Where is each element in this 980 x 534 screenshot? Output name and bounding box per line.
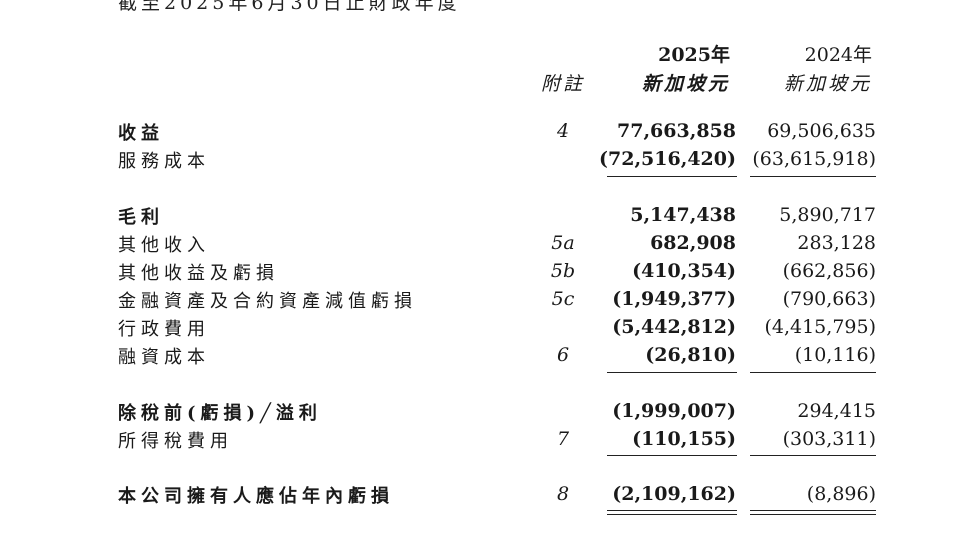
subtotal-rule-current <box>607 455 737 456</box>
row-label-other-income: 其他收入 <box>118 235 210 256</box>
row-prior-loss-profit-before-tax: 294,415 <box>797 400 876 422</box>
total-double-rule-prior-top <box>750 510 876 511</box>
row-note-other-income: 5a <box>551 232 575 254</box>
row-label-cost-of-services: 服務成本 <box>118 151 210 172</box>
row-prior-other-gains-losses: (662,856) <box>782 260 876 282</box>
row-label-other-gains-losses: 其他收益及虧損 <box>118 263 279 284</box>
row-current-income-tax-expense: (110,155) <box>632 428 736 450</box>
row-prior-cost-of-services: (63,615,918) <box>752 148 876 170</box>
row-current-revenue: 77,663,858 <box>617 120 736 142</box>
total-double-rule-prior-bottom <box>750 514 876 515</box>
statement-period-heading: 截至2025年6月30日止財政年度 <box>118 0 461 14</box>
row-prior-impairment-losses: (790,663) <box>782 288 876 310</box>
subtotal-rule-prior <box>750 372 876 373</box>
subtotal-rule-current <box>607 176 737 177</box>
row-current-other-income: 682,908 <box>650 232 736 254</box>
column-year-prior: 2024年 <box>804 44 872 66</box>
row-prior-loss-for-year: (8,896) <box>806 483 876 505</box>
row-prior-revenue: 69,506,635 <box>767 120 876 142</box>
column-currency-prior: 新加坡元 <box>783 73 872 95</box>
row-current-finance-costs: (26,810) <box>645 344 736 366</box>
total-double-rule-current-bottom <box>607 514 737 515</box>
row-current-impairment-losses: (1,949,377) <box>612 288 736 310</box>
row-label-loss-for-year: 本公司擁有人應佔年內虧損 <box>118 486 394 507</box>
row-prior-other-income: 283,128 <box>797 232 876 254</box>
row-label-loss-profit-before-tax: 除稅前(虧損)╱溢利 <box>118 403 322 424</box>
row-label-administrative-expenses: 行政費用 <box>118 319 210 340</box>
row-current-loss-profit-before-tax: (1,999,007) <box>612 400 736 422</box>
row-note-revenue: 4 <box>556 120 570 142</box>
row-current-cost-of-services: (72,516,420) <box>599 148 736 170</box>
column-note-header: 附註 <box>541 73 586 95</box>
row-current-other-gains-losses: (410,354) <box>632 260 736 282</box>
subtotal-rule-prior <box>750 176 876 177</box>
row-current-administrative-expenses: (5,442,812) <box>612 316 736 338</box>
row-label-revenue: 收益 <box>118 123 164 144</box>
row-note-finance-costs: 6 <box>556 344 570 366</box>
row-note-other-gains-losses: 5b <box>550 260 576 282</box>
column-currency-current: 新加坡元 <box>641 73 730 95</box>
row-prior-gross-profit: 5,890,717 <box>779 204 876 226</box>
subtotal-rule-current <box>607 372 737 373</box>
subtotal-rule-prior <box>750 455 876 456</box>
row-current-gross-profit: 5,147,438 <box>630 204 736 226</box>
row-prior-finance-costs: (10,116) <box>794 344 876 366</box>
row-prior-administrative-expenses: (4,415,795) <box>764 316 876 338</box>
row-note-impairment-losses: 5c <box>551 288 575 310</box>
row-note-income-tax-expense: 7 <box>556 428 570 450</box>
row-label-impairment-losses: 金融資產及合約資產減值虧損 <box>118 291 417 312</box>
row-note-loss-for-year: 8 <box>556 483 570 505</box>
row-label-gross-profit: 毛利 <box>118 207 164 228</box>
row-label-income-tax-expense: 所得稅費用 <box>118 431 233 452</box>
row-prior-income-tax-expense: (303,311) <box>782 428 876 450</box>
total-double-rule-current-top <box>607 510 737 511</box>
row-current-loss-for-year: (2,109,162) <box>612 483 736 505</box>
column-year-current: 2025年 <box>658 44 730 66</box>
row-label-finance-costs: 融資成本 <box>118 347 210 368</box>
